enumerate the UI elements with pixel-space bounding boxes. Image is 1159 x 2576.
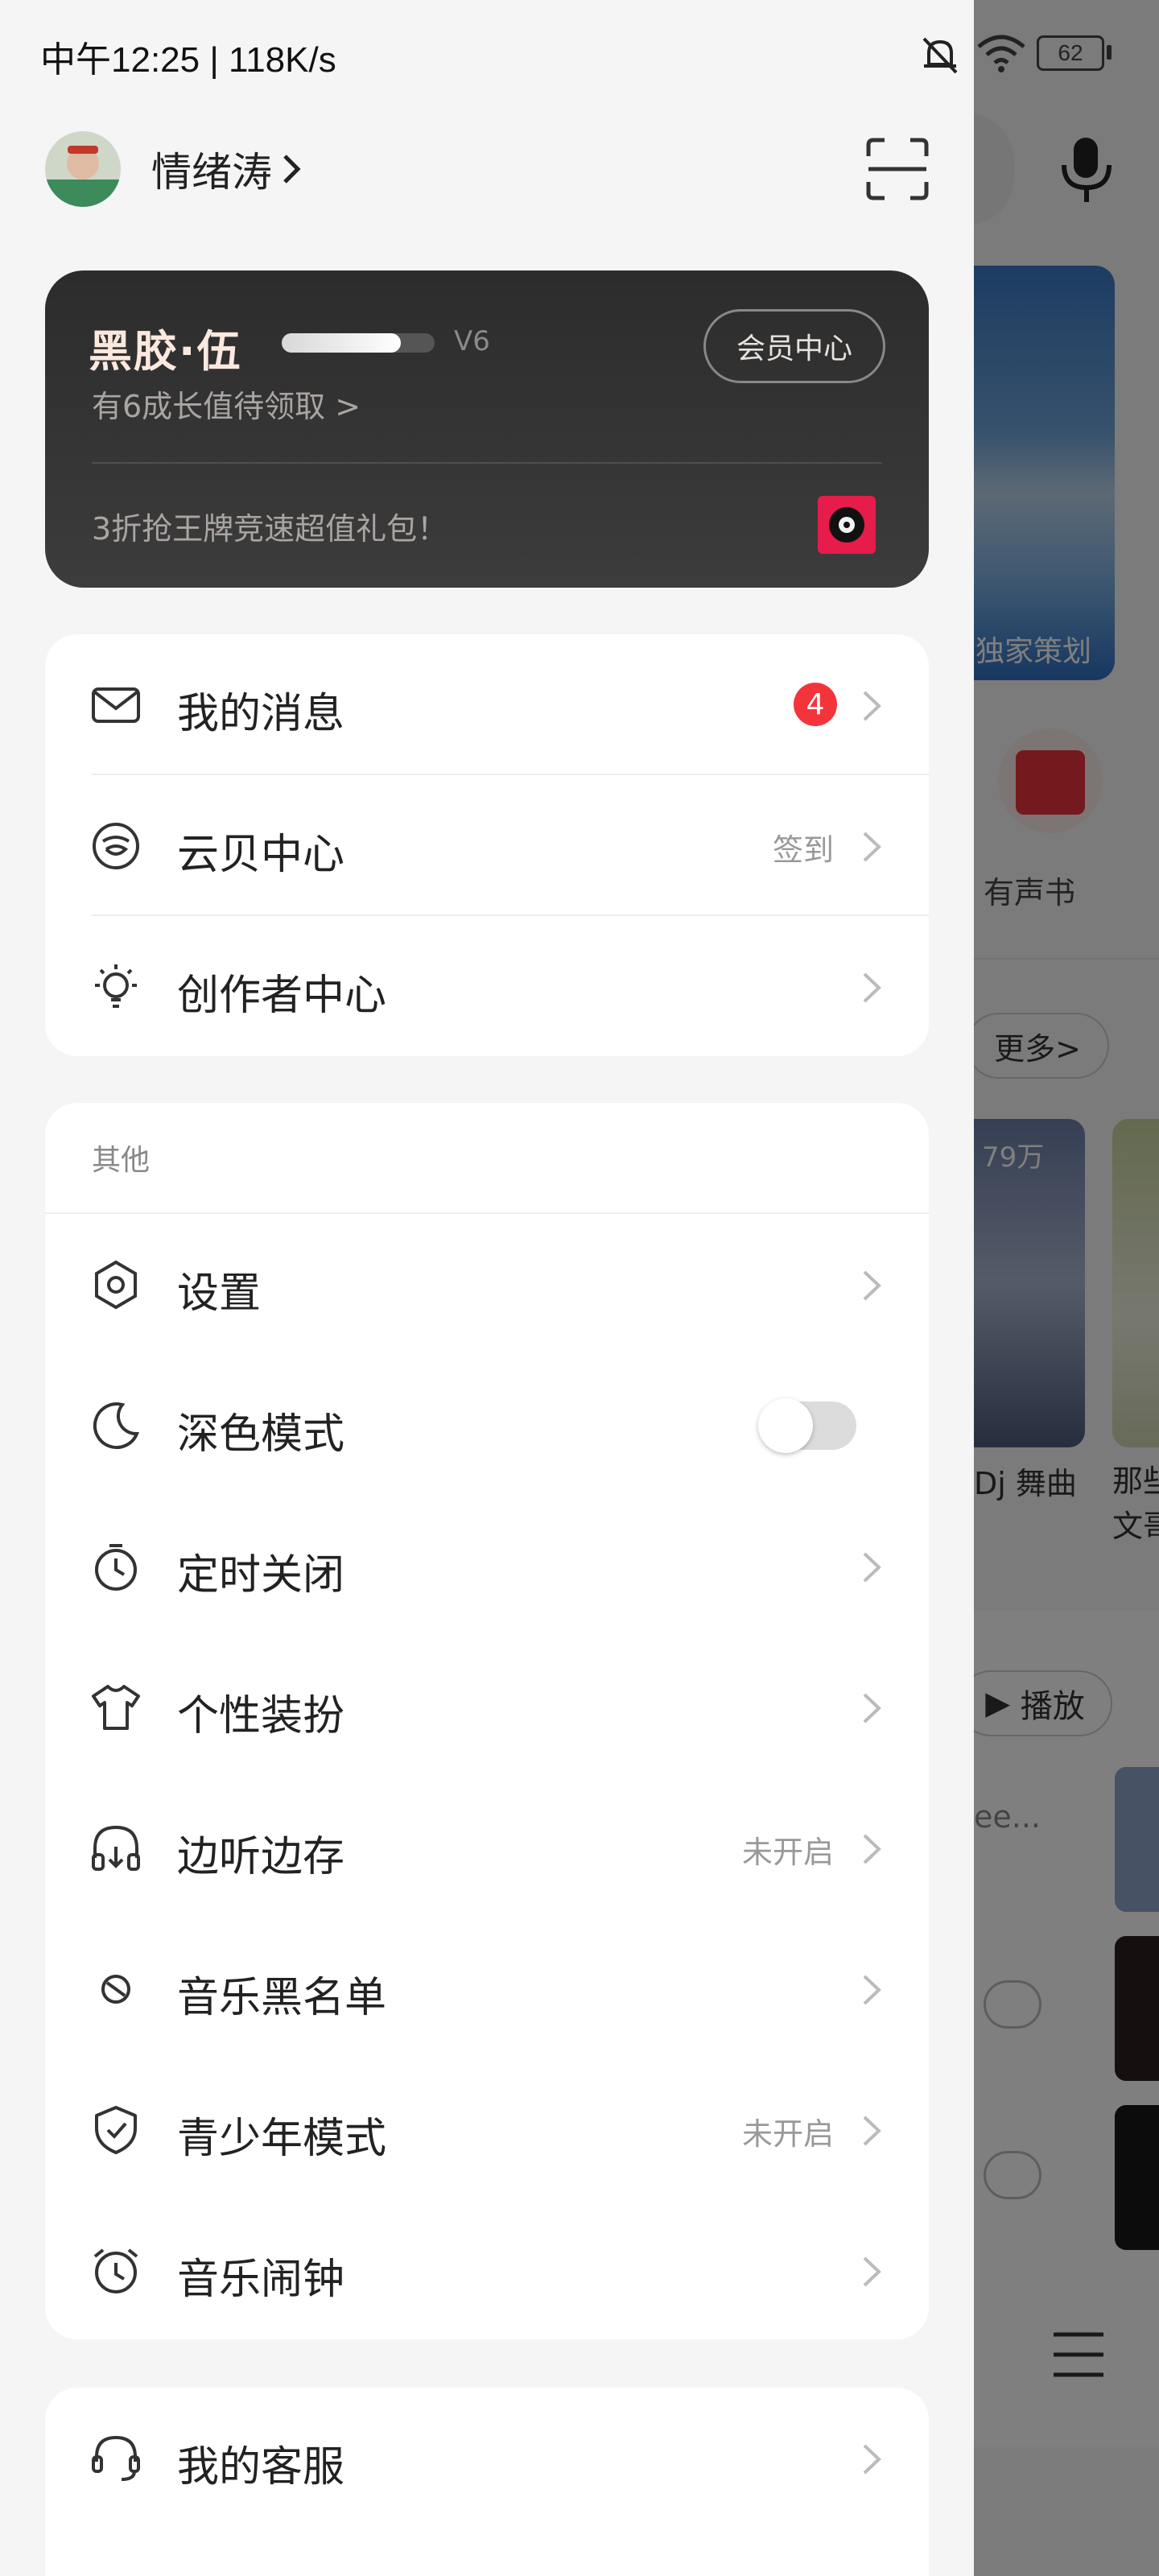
username[interactable]: 情绪涛 (151, 140, 272, 198)
menu-item-alarm[interactable]: 音乐闹钟 (45, 2200, 929, 2339)
chevron-right-icon (863, 1270, 881, 1301)
status-value: 未开启 (741, 1835, 834, 1870)
chevron-right-icon (863, 2444, 881, 2475)
menu-group-support: 我的客服 (45, 2388, 929, 2576)
menu-item-label: 我的客服 (177, 2443, 345, 2491)
menu-item-label: 个性装扮 (177, 1692, 345, 1740)
vip-card[interactable]: 黑胶·伍 V6 会员中心 有6成长值待领取 > 3折抢王牌竞速超值礼包！ (45, 270, 929, 588)
toggle-knob (758, 1398, 813, 1453)
status-time: 中午12:25 | 118K/s (40, 40, 336, 80)
vip-title: 黑胶·伍 (89, 326, 242, 377)
menu-item-customer-service[interactable]: 我的客服 (45, 2388, 929, 2529)
chevron-right-icon (863, 1834, 881, 1864)
menu-group-primary: 我的消息 4 云贝中心 签到 创作者中心 (45, 634, 929, 1056)
cloud-shell-icon (93, 823, 139, 869)
chevron-right-icon (863, 832, 881, 862)
wifi-icon (977, 35, 1025, 72)
menu-item-label: 边听边存 (177, 1833, 345, 1881)
chevron-right-icon (863, 972, 881, 1003)
headset-icon (92, 2435, 140, 2481)
moon-icon (93, 1402, 140, 1449)
menu-group-other: 其他 设置 深色模式 定时关闭 个性装扮 边听边存 未开启 音乐黑名单 青少年模… (45, 1103, 929, 2339)
tshirt-icon (92, 1685, 140, 1730)
alarm-clock-icon (93, 2248, 138, 2293)
menu-item-label: 定时关闭 (177, 1551, 345, 1600)
chevron-right-icon (863, 1693, 881, 1724)
settings-hexagon-icon (95, 1260, 137, 1310)
menu-item-settings[interactable]: 设置 (45, 1214, 929, 1355)
shield-check-icon (95, 2106, 137, 2154)
vip-center-button[interactable]: 会员中心 (703, 309, 885, 383)
menu-item-blacklist[interactable]: 音乐黑名单 (45, 1918, 929, 2059)
menu-item-label: 云贝中心 (177, 831, 345, 879)
menu-item-dark-mode[interactable]: 深色模式 (45, 1355, 929, 1496)
bell-muted-icon (922, 37, 958, 74)
user-profile-row[interactable]: 情绪涛 (45, 129, 304, 209)
drawer-scrim[interactable] (974, 0, 1159, 2576)
chevron-right-icon (863, 2256, 881, 2287)
menu-item-label: 音乐闹钟 (177, 2256, 345, 2304)
timer-icon (95, 1544, 137, 1591)
menu-item-label: 青少年模式 (177, 2115, 387, 2163)
battery-icon: 62 (1037, 35, 1104, 71)
menu-item-theme[interactable]: 个性装扮 (45, 1637, 929, 1777)
side-drawer: 中午12:25 | 118K/s 情绪涛 黑胶·伍 V6 会员中心 有6成长值待… (0, 0, 974, 2576)
menu-item-label: 音乐黑名单 (177, 1974, 387, 2022)
vip-divider (92, 462, 882, 464)
lightbulb-icon (95, 964, 137, 1008)
chevron-right-icon (283, 155, 301, 184)
mail-icon (92, 687, 140, 723)
vip-progress-fill (282, 333, 402, 353)
menu-item-cloud-shell[interactable]: 云贝中心 签到 (45, 775, 929, 916)
dark-mode-toggle[interactable] (758, 1398, 856, 1453)
scan-icon[interactable] (865, 137, 930, 201)
menu-item-label: 深色模式 (177, 1410, 345, 1459)
vip-progress-bar (282, 333, 435, 353)
chevron-right-icon (863, 1552, 881, 1583)
vip-growth-link[interactable]: 有6成长值待领取 > (92, 382, 361, 426)
unread-badge: 4 (794, 683, 837, 726)
block-icon (101, 1975, 130, 2004)
promo-thumbnail[interactable] (818, 496, 876, 554)
chevron-right-icon (863, 2116, 881, 2146)
menu-item-teen-mode[interactable]: 青少年模式 未开启 (45, 2059, 929, 2200)
chevron-right-icon (863, 1975, 881, 2005)
vip-level: V6 (454, 325, 490, 357)
check-in-label[interactable]: 签到 (773, 825, 834, 869)
headphones-download-icon (92, 1825, 140, 1871)
status-bar: 中午12:25 | 118K/s (0, 0, 974, 105)
vip-promo-text[interactable]: 3折抢王牌竞速超值礼包！ (92, 504, 448, 548)
status-value: 未开启 (741, 2116, 834, 2152)
menu-item-messages[interactable]: 我的消息 4 (45, 634, 929, 775)
menu-item-listen-and-save[interactable]: 边听边存 未开启 (45, 1777, 929, 1918)
battery-tip (1107, 45, 1112, 60)
chevron-right-icon (863, 691, 881, 721)
menu-item-label: 创作者中心 (177, 972, 387, 1020)
menu-item-label: 设置 (177, 1269, 262, 1318)
battery-level: 62 (1058, 40, 1083, 65)
menu-item-creator-center[interactable]: 创作者中心 (45, 916, 929, 1056)
menu-item-sleep-timer[interactable]: 定时关闭 (45, 1496, 929, 1637)
section-title: 其他 (92, 1144, 151, 1177)
menu-item-label: 我的消息 (177, 690, 345, 738)
avatar[interactable] (45, 131, 121, 207)
